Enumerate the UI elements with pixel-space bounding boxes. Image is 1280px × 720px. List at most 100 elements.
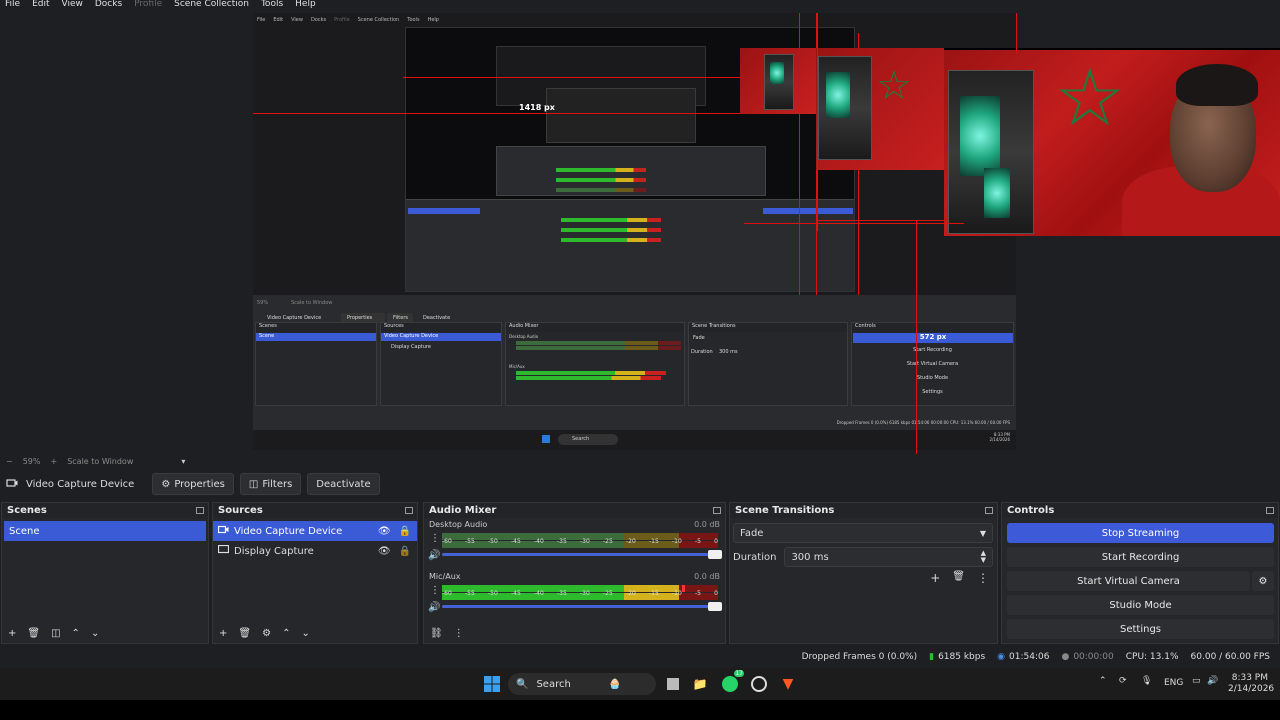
menu-file[interactable]: File (5, 0, 20, 9)
notification-badge: 17 (734, 670, 744, 677)
menu-view[interactable]: View (62, 0, 83, 9)
task-view-icon[interactable] (663, 674, 683, 694)
scale-mode-dropdown[interactable]: ▾ (181, 457, 185, 466)
nested-menu-item: Help (427, 17, 439, 23)
bitrate-status: ▮ 6185 kbps (929, 652, 985, 662)
studio-mode-button[interactable]: Studio Mode (1007, 595, 1274, 615)
menu-scene-collection[interactable]: Scene Collection (174, 0, 249, 9)
more-vertical-icon[interactable]: ⋮ (454, 628, 464, 639)
chevron-down-icon[interactable]: ⌄ (301, 628, 309, 639)
broadcast-icon: ◉ (997, 652, 1006, 662)
microphone-icon[interactable]: 🎙 (1141, 676, 1152, 686)
chevron-down-icon[interactable]: ⌄ (91, 628, 99, 639)
nested-sources-title: Sources (381, 323, 501, 332)
settings-button[interactable]: Settings (1007, 619, 1274, 639)
filters-label: Filters (262, 478, 293, 490)
channel-db: 0.0 dB (694, 520, 720, 529)
add-icon[interactable]: + (930, 571, 940, 585)
studio-mode-label: Studio Mode (1109, 599, 1172, 611)
undock-icon[interactable] (713, 507, 721, 514)
chevron-up-icon[interactable]: ⌃ (72, 628, 80, 639)
source-toolbar: Video Capture Device ⚙ Properties ◫ Filt… (0, 471, 1280, 497)
menu-edit[interactable]: Edit (32, 0, 49, 9)
display-icon[interactable]: ▭ (1192, 676, 1201, 686)
webcam-mirror-tiles: ☆ (740, 48, 944, 170)
visibility-eye-icon[interactable]: 👁 (378, 546, 391, 557)
visibility-eye-icon[interactable]: 👁 (378, 526, 391, 537)
more-vertical-icon[interactable]: ⋮ (430, 585, 440, 596)
nested-duration-value: 300 ms (719, 349, 738, 355)
volume-icon[interactable]: 🔊 (1207, 676, 1218, 686)
sources-footer: + 🗑 ⚙ ⌃ ⌄ (213, 625, 310, 641)
menu-tools[interactable]: Tools (261, 0, 283, 9)
nested-clock: 8:33 PM 2/14/2026 (989, 432, 1010, 442)
mixer-channel-mic: Mic/Aux 0.0 dB ⋮ -60 -55 -50 -45 -40 -35 -30 -2… (424, 570, 725, 622)
volume-slider[interactable] (442, 602, 722, 611)
source-item-display-capture[interactable]: Display Capture 👁 🔒 (213, 541, 417, 561)
chevron-up-icon[interactable]: ⌃ (282, 628, 290, 639)
start-recording-button[interactable]: Start Recording (1007, 547, 1274, 567)
link-icon[interactable]: ⛓ (430, 628, 443, 639)
sync-icon[interactable]: ⟳ (1119, 676, 1127, 686)
preview-canvas[interactable]: File Edit View Docks Profile Scene Colle… (0, 10, 1280, 458)
volume-slider[interactable] (442, 550, 722, 559)
nested-sources-dock: Sources Video Capture Device Display Cap… (380, 322, 502, 406)
obs-icon[interactable] (749, 674, 769, 694)
signal-bars-icon: ▮ (929, 652, 935, 662)
file-explorer-icon[interactable]: 📁 (690, 674, 710, 694)
taskbar-clock[interactable]: 8:33 PM 2/14/2026 (1228, 673, 1274, 695)
undock-icon[interactable] (405, 507, 413, 514)
properties-button[interactable]: ⚙ Properties (152, 473, 234, 495)
zoom-bar: − 59% + Scale to Window ▾ (0, 454, 1280, 468)
brave-browser-icon[interactable]: ▼ (778, 674, 798, 694)
add-icon[interactable]: + (219, 628, 227, 639)
nested-control-btn: Settings (922, 389, 943, 395)
sources-title: Sources (218, 505, 263, 516)
spin-arrows-icon[interactable]: ▲ ▼ (981, 550, 986, 564)
duration-spinbox[interactable]: 300 ms ▲ ▼ (784, 547, 993, 567)
language-indicator[interactable]: ENG (1164, 678, 1183, 688)
windows-start-icon[interactable] (482, 674, 502, 694)
zoom-in-button[interactable]: + (50, 457, 57, 466)
menu-docks[interactable]: Docks (95, 0, 122, 9)
undock-icon[interactable] (196, 507, 204, 514)
nested-duration-label: Duration (691, 349, 713, 355)
trash-icon[interactable]: 🗑 (952, 571, 965, 585)
transition-select[interactable]: Fade ▼ (733, 523, 993, 543)
camera-icon (217, 525, 229, 537)
filters-button[interactable]: ◫ Filters (239, 473, 302, 495)
gear-icon[interactable]: ⚙ (262, 628, 271, 639)
volume-slider-knob[interactable] (708, 550, 722, 559)
menu-help[interactable]: Help (295, 0, 316, 9)
source-item-video-capture[interactable]: Video Capture Device 👁 🔒 (213, 521, 417, 541)
virtual-camera-settings-button[interactable]: ⚙ (1252, 571, 1274, 591)
taskbar-search-box[interactable]: 🔍 Search 🧁 (508, 673, 656, 695)
lock-icon[interactable]: 🔒 (399, 526, 411, 537)
speaker-icon[interactable]: 🔊 (428, 550, 440, 561)
whatsapp-icon[interactable]: 17 (720, 670, 744, 694)
nested-taskbar-search: Search (558, 434, 618, 445)
zoom-out-button[interactable]: − (6, 457, 13, 466)
trash-icon[interactable]: 🗑 (238, 628, 251, 639)
audio-mixer-dock: Audio Mixer Desktop Audio 0.0 dB ⋮ -60 -5… (423, 502, 726, 644)
trash-icon[interactable]: 🗑 (27, 628, 40, 639)
start-virtual-camera-label: Start Virtual Camera (1077, 575, 1180, 587)
undock-icon[interactable] (1266, 507, 1274, 514)
scenes-dock: Scenes Scene + 🗑 ◫ ⌃ ⌄ (1, 502, 209, 644)
stream-time-value: 01:54:06 (1009, 652, 1050, 662)
more-vertical-icon[interactable]: ⋮ (430, 533, 440, 544)
stop-streaming-button[interactable]: Stop Streaming (1007, 523, 1274, 543)
recursive-docks (406, 199, 854, 291)
volume-slider-knob[interactable] (708, 602, 722, 611)
scenes-header: Scenes (2, 503, 208, 518)
more-vertical-icon[interactable]: ⋮ (977, 571, 989, 585)
add-icon[interactable]: + (8, 628, 16, 639)
scene-item[interactable]: Scene (4, 521, 206, 541)
filter-icon[interactable]: ◫ (51, 628, 60, 639)
chevron-up-icon[interactable]: ⌃ (1099, 676, 1107, 686)
start-virtual-camera-button[interactable]: Start Virtual Camera (1007, 571, 1250, 591)
lock-icon[interactable]: 🔒 (399, 546, 411, 557)
speaker-icon[interactable]: 🔊 (428, 602, 440, 613)
deactivate-button[interactable]: Deactivate (307, 473, 380, 495)
undock-icon[interactable] (985, 507, 993, 514)
